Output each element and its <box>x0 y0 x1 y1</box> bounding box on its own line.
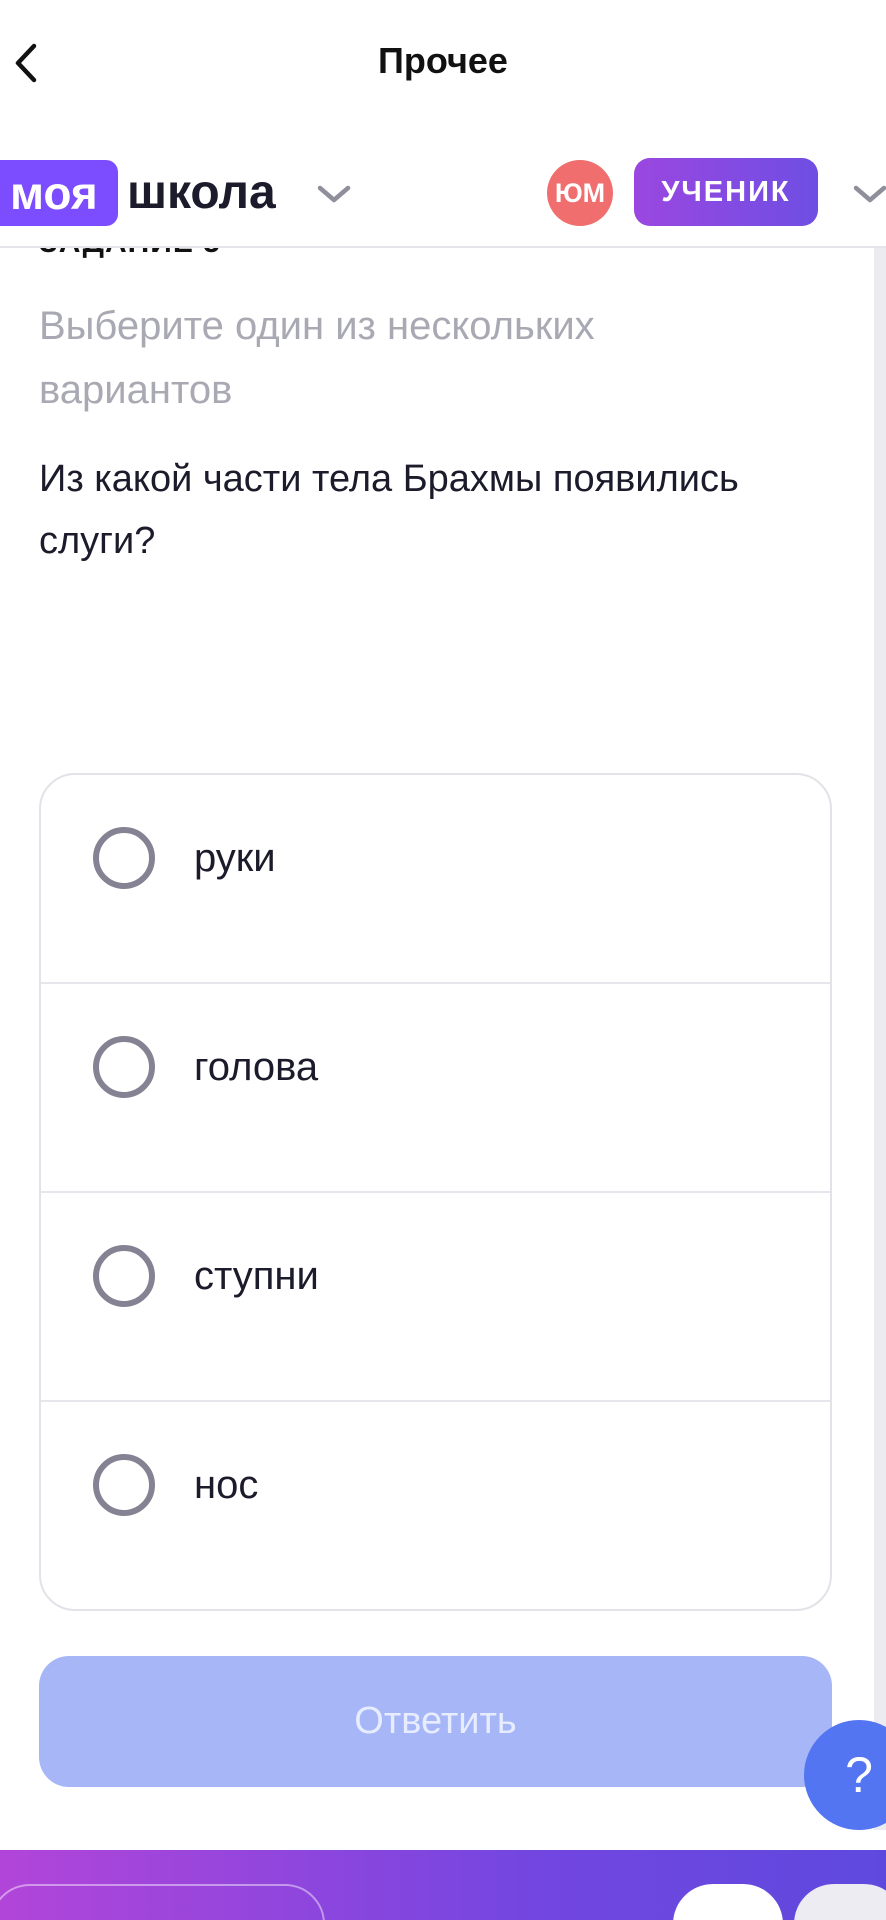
chevron-down-icon[interactable] <box>850 180 886 208</box>
option-label: голова <box>194 1045 319 1089</box>
task-question: Из какой части тела Брахмы появились слу… <box>39 458 739 562</box>
option-label: ступни <box>194 1254 319 1298</box>
option-item[interactable]: ступни <box>41 1193 830 1402</box>
bottom-bar <box>0 1850 886 1920</box>
option-label: руки <box>194 836 276 880</box>
option-item[interactable]: руки <box>41 775 830 984</box>
radio-button[interactable] <box>93 1036 155 1098</box>
bottom-nav-button[interactable] <box>673 1884 783 1920</box>
brand-header: моя школа ЮМ УЧЕНИК <box>0 130 886 248</box>
radio-button[interactable] <box>93 1454 155 1516</box>
option-label: нос <box>194 1463 259 1507</box>
bottom-nav-button[interactable] <box>794 1884 886 1920</box>
task-content: ЗАДАНИЕ 5 Выберите один из нескольких ва… <box>0 248 874 1830</box>
scroll-edge <box>874 248 886 1830</box>
chevron-down-icon[interactable] <box>314 180 354 208</box>
role-button[interactable]: УЧЕНИК <box>634 158 818 226</box>
answer-button[interactable]: Ответить <box>39 1656 832 1787</box>
top-navigation-bar: Прочее <box>0 0 886 130</box>
avatar[interactable]: ЮМ <box>547 160 613 226</box>
option-item[interactable]: нос <box>41 1402 830 1609</box>
option-item[interactable]: голова <box>41 984 830 1193</box>
logo-part-moya: моя <box>0 160 118 226</box>
bottom-nav-button[interactable] <box>0 1884 325 1920</box>
logo-part-shkola: школа <box>127 166 276 219</box>
radio-button[interactable] <box>93 1245 155 1307</box>
answer-options: руки голова ступни нос <box>39 773 832 1611</box>
task-instruction: Выберите один из нескольких вариантов <box>39 304 595 412</box>
radio-button[interactable] <box>93 827 155 889</box>
page-title: Прочее <box>378 40 508 81</box>
task-label: ЗАДАНИЕ 5 <box>39 248 221 260</box>
